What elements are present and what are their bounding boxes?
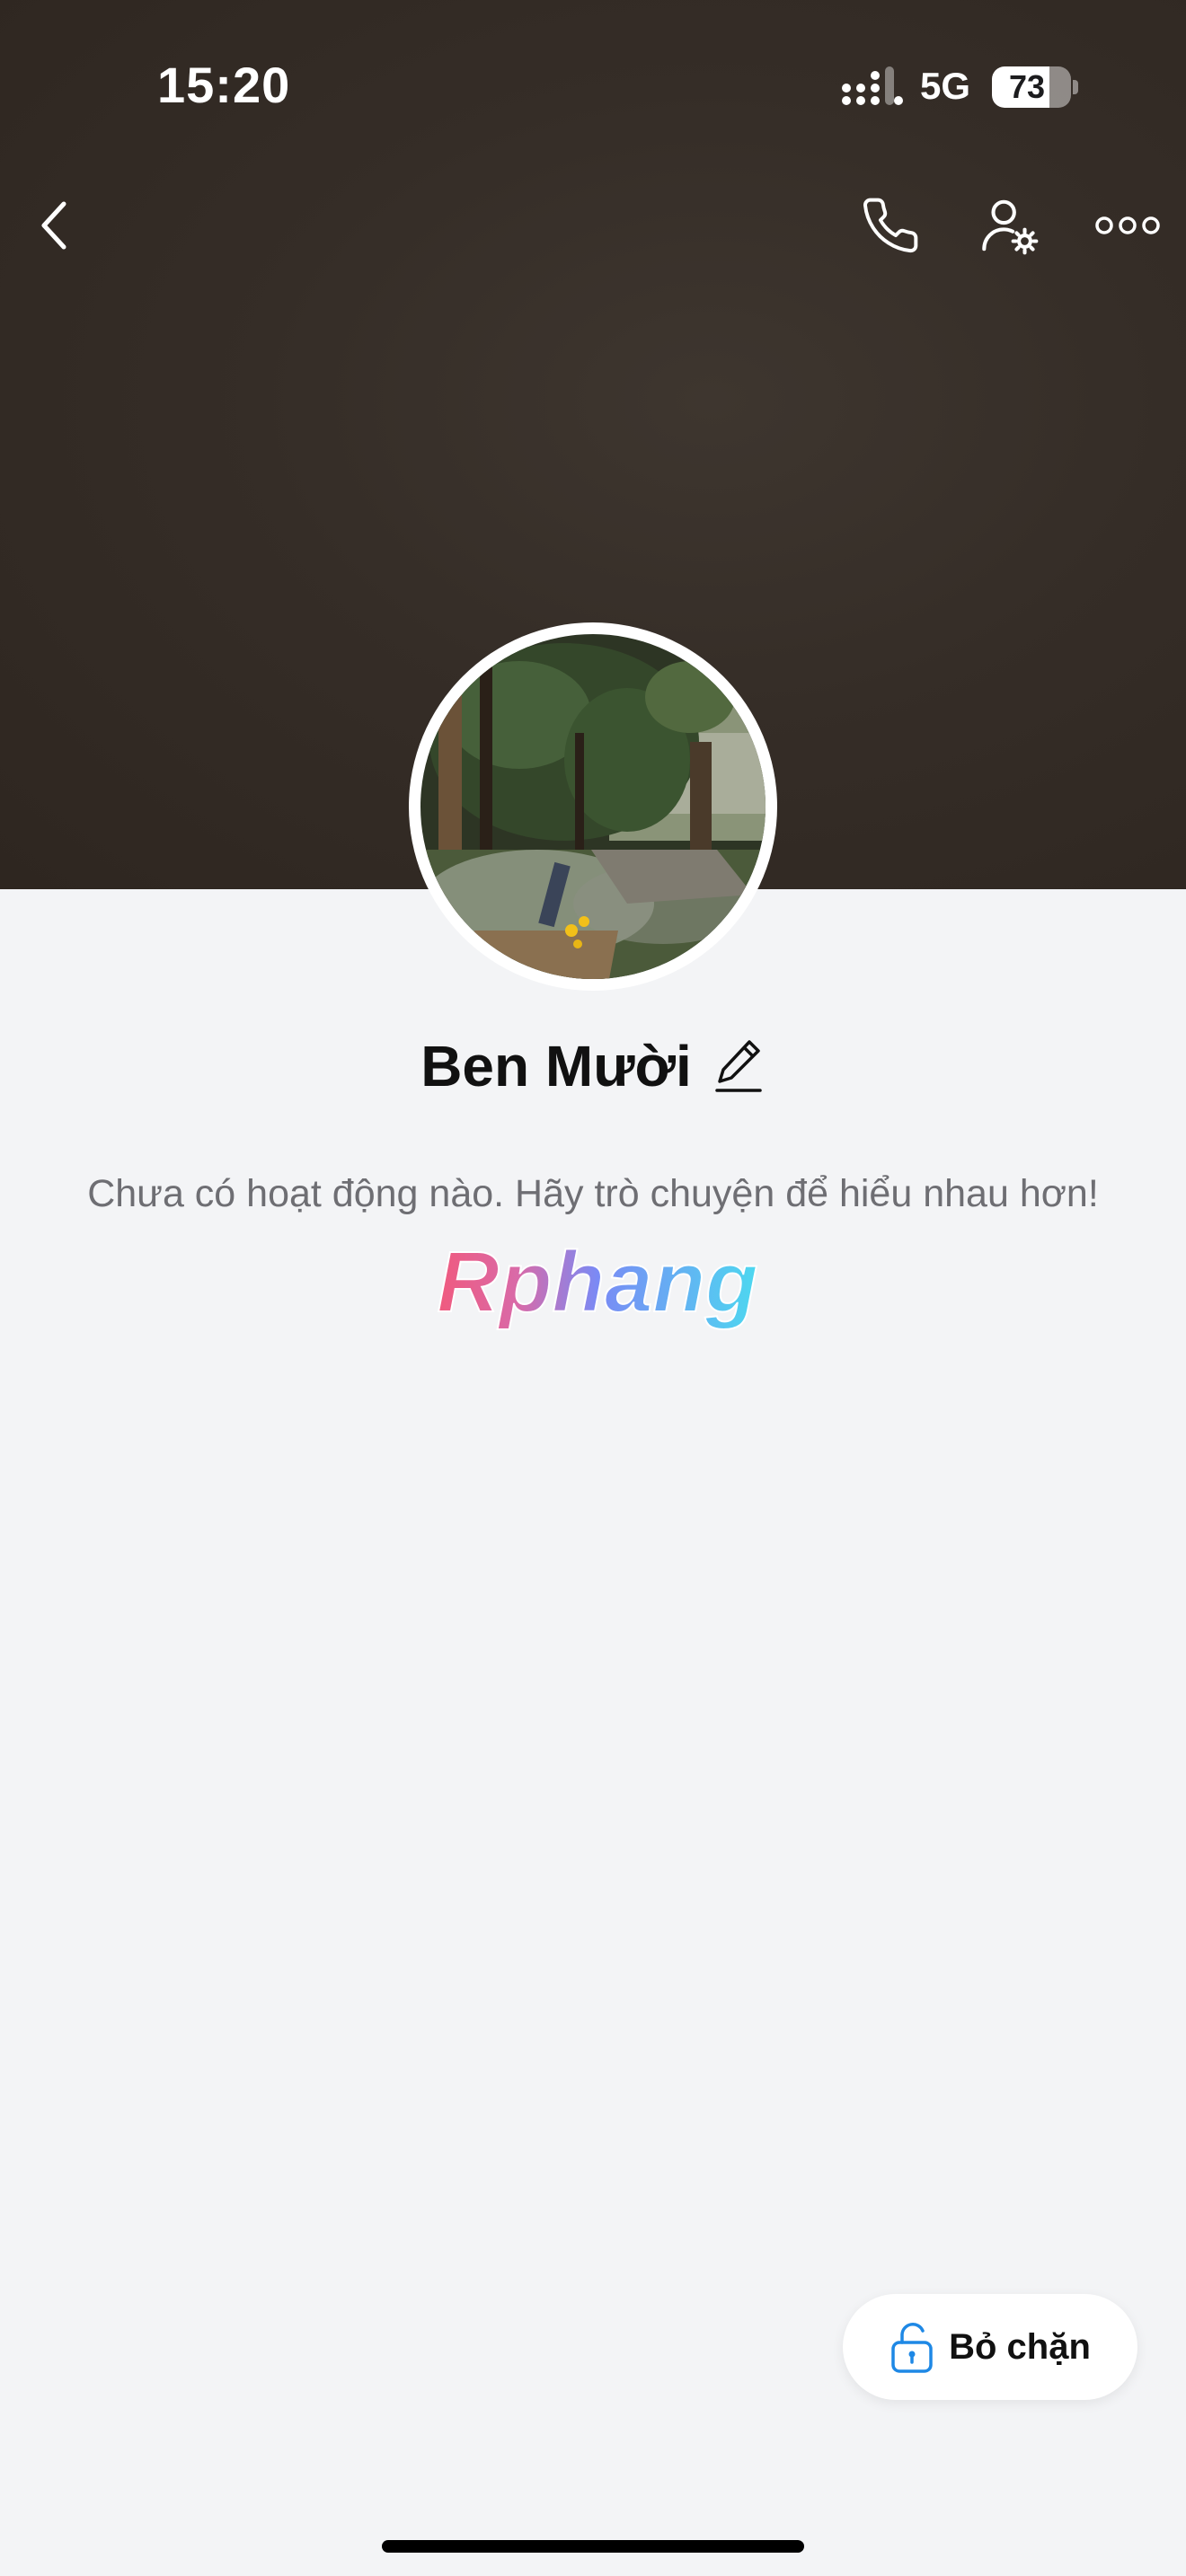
edit-name-button[interactable] — [712, 1035, 766, 1098]
back-chevron-icon — [41, 201, 66, 250]
more-icon — [1095, 216, 1160, 234]
profile-name-row: Ben Mười — [0, 1033, 1186, 1099]
avatar[interactable] — [420, 634, 766, 979]
unblock-label: Bỏ chặn — [949, 2326, 1091, 2367]
battery-icon: 73 — [992, 66, 1071, 108]
phone-icon — [863, 198, 918, 253]
watermark-text: Rphang — [437, 1239, 757, 1330]
back-button[interactable] — [14, 185, 95, 266]
network-type: 5G — [920, 65, 971, 107]
unblock-button[interactable]: Bỏ chặn — [843, 2294, 1137, 2400]
signal-strength-icon — [842, 66, 903, 105]
pencil-icon — [715, 1040, 762, 1092]
battery-tip — [1073, 80, 1078, 94]
unlock-icon — [891, 2323, 933, 2373]
activity-message: Chưa có hoạt động nào. Hãy trò chuyện để… — [87, 1172, 1099, 1215]
avatar-photo — [420, 634, 766, 979]
call-button[interactable] — [850, 185, 931, 266]
watermark-logo: Rphang — [436, 1239, 758, 1331]
home-indicator[interactable] — [382, 2540, 804, 2553]
battery-level: 73 — [1008, 68, 1046, 105]
profile-settings-button[interactable] — [969, 185, 1049, 266]
more-options-button[interactable] — [1087, 185, 1168, 266]
user-settings-icon — [982, 199, 1039, 255]
profile-name: Ben Mười — [420, 1034, 692, 1098]
status-time: 15:20 — [157, 57, 291, 113]
